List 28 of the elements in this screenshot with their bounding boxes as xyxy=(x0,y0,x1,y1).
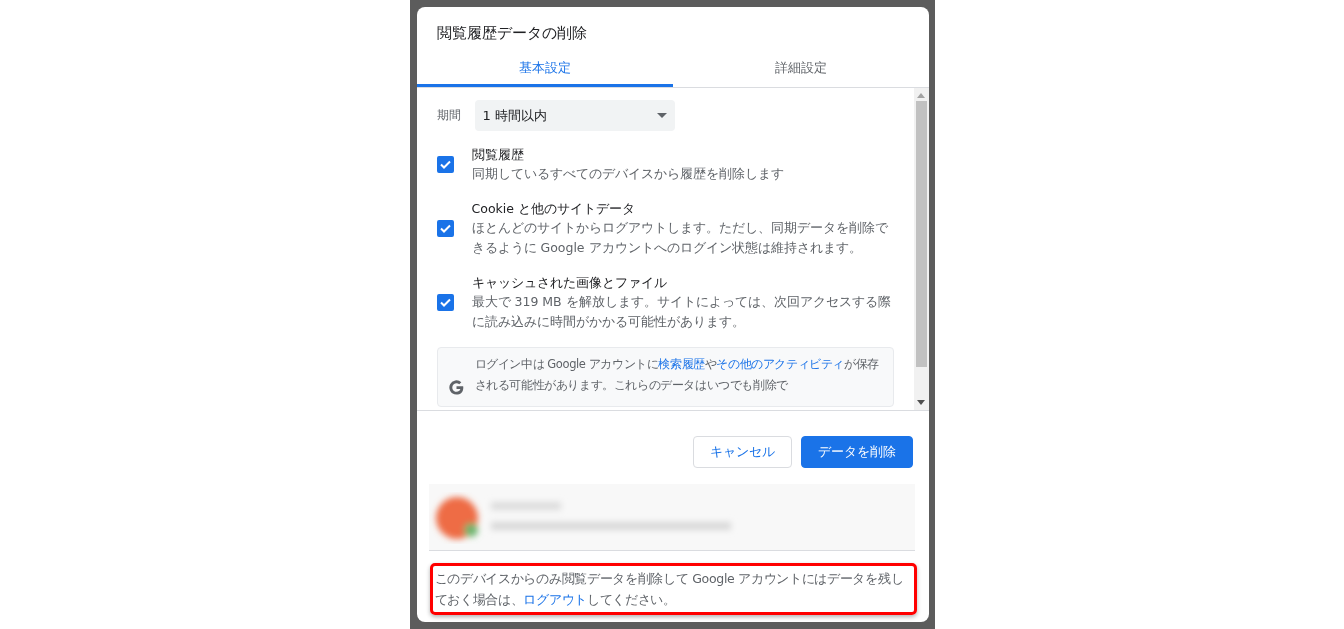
tab[interactable]: 詳細設定 xyxy=(672,51,929,87)
checkbox[interactable] xyxy=(436,156,454,173)
info-text: ログイン中は Google アカウントに検索履歴やその他のアクティビティが保存される可能性があります。これらのデータはいつでも削除で xyxy=(474,356,880,394)
checkbox[interactable] xyxy=(436,294,454,311)
footer-note: このデバイスからのみ閲覧データを削除して Google アカウントにはデータを残しておく場合は、ログアウト してください。 xyxy=(429,563,917,615)
option-title: キャッシュされた画像とファイル xyxy=(471,274,668,292)
text-link[interactable]: ログアウト xyxy=(523,592,587,607)
text-link[interactable]: 検索履歴 xyxy=(658,357,705,371)
option-title: 閲覧履歴 xyxy=(471,146,525,164)
text-link[interactable]: その他のアクティビティ xyxy=(716,357,844,371)
dialog-title: 閲覧履歴データの削除 xyxy=(435,23,588,44)
checkmark-icon xyxy=(439,224,451,233)
option-description: 同期しているすべてのデバイスから履歴を削除します xyxy=(471,165,784,183)
option-description: 最大で 319 MB を解放します。サイトによっては、次回アクセスする際に読み込みに時間がかかる可能性があります。 xyxy=(471,293,892,331)
period-dropdown[interactable]: 1 時間以内 xyxy=(474,100,675,131)
scrollbar[interactable] xyxy=(913,88,929,410)
checkbox[interactable] xyxy=(436,220,454,237)
scroll-down-icon[interactable] xyxy=(917,400,925,405)
period-label: 期間 xyxy=(436,107,461,124)
google-g-icon xyxy=(447,378,465,396)
tab[interactable]: 基本設定 xyxy=(416,51,673,87)
checkmark-icon xyxy=(439,160,451,169)
option-title: Cookie と他のサイトデータ xyxy=(471,200,636,218)
checkmark-icon xyxy=(439,298,451,307)
cancel-button[interactable]: キャンセル xyxy=(692,436,792,468)
delete-data-button[interactable]: データを削除 xyxy=(800,436,913,468)
dropdown-caret-icon xyxy=(656,113,667,118)
option-description: ほとんどのサイトからログアウトします。ただし、同期データを削除できるように Google アカウントへのログイン状態は維持されます。 xyxy=(471,219,889,257)
